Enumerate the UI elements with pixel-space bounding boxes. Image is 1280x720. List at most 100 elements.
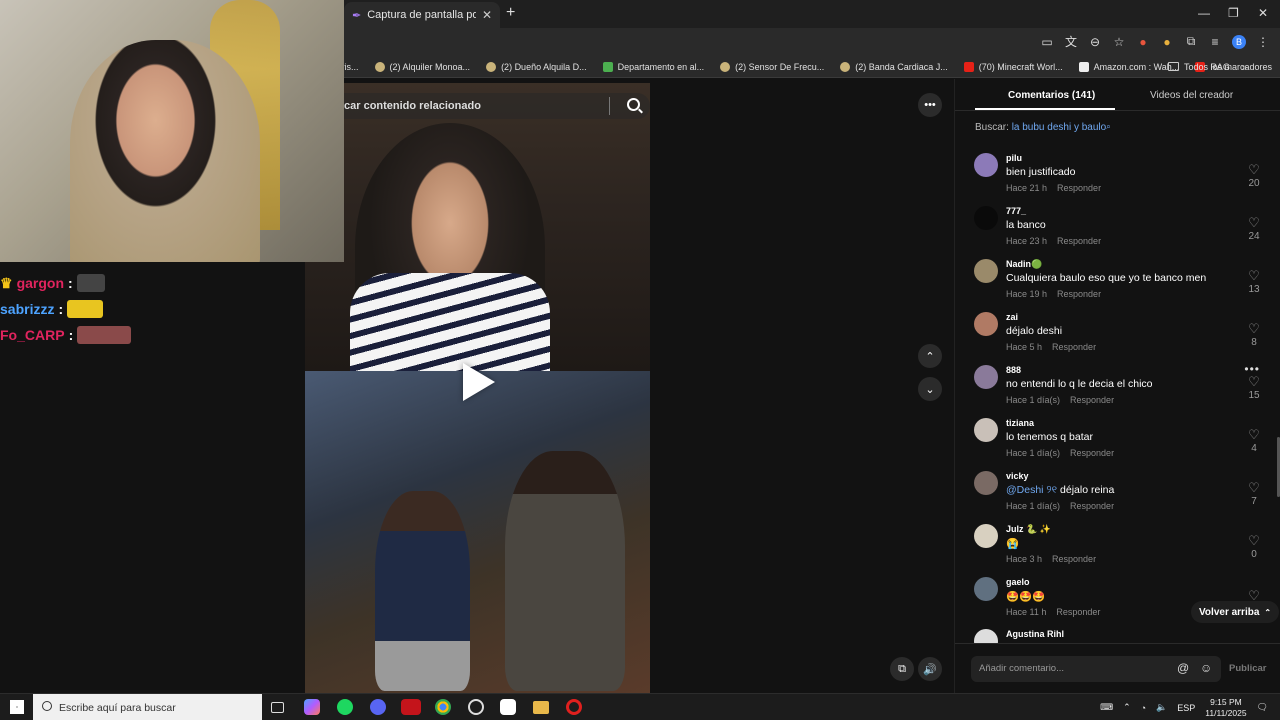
like-button[interactable]: ♡ 15 (1244, 375, 1264, 401)
tab-lightshot[interactable]: ✒ Captura de pantalla por Lightshot ✕ (344, 2, 500, 28)
network-icon[interactable]: ◔ (1141, 703, 1146, 713)
avatar[interactable] (974, 206, 998, 230)
language-indicator[interactable]: ESP (1177, 703, 1195, 713)
windows-start-icon[interactable] (10, 700, 24, 714)
comment-username[interactable]: Julz 🐍 ✨ (1006, 524, 1051, 535)
like-button[interactable]: ♡ 20 (1244, 163, 1264, 189)
reply-button[interactable]: Responder (1070, 501, 1114, 511)
discord-icon[interactable] (370, 699, 386, 715)
taskbar-search-box[interactable]: Escribe aquí para buscar (33, 694, 262, 720)
bookmark-item[interactable]: (70) Minecraft Worl... (963, 61, 1063, 72)
app-icon[interactable] (468, 699, 484, 715)
all-bookmarks-button[interactable]: Todos los marcadores (1167, 62, 1272, 72)
avatar[interactable] (974, 471, 998, 495)
avatar[interactable] (974, 524, 998, 548)
extension-icon[interactable]: ● (1136, 35, 1150, 49)
like-button[interactable]: ♡ 8 (1244, 322, 1264, 348)
app-icon[interactable] (500, 699, 516, 715)
mention-link[interactable]: @Deshi ୨୧ (1006, 484, 1057, 496)
avatar[interactable] (974, 153, 998, 177)
chevron-up-icon[interactable]: ⌃ (918, 344, 942, 368)
back-to-top-button[interactable]: Volver arriba ⌃ (1191, 601, 1280, 623)
tab-creator-videos[interactable]: Videos del creador (1150, 90, 1233, 101)
avatar[interactable] (974, 629, 998, 643)
opera-icon[interactable] (566, 699, 582, 715)
emoji-icon[interactable]: ☺ (1200, 661, 1212, 675)
comment-username[interactable]: vicky (1006, 471, 1029, 481)
reply-button[interactable]: Responder (1070, 395, 1114, 405)
tab-comments[interactable]: Comentarios (141) (1008, 90, 1095, 101)
extension-icon[interactable]: ● (1160, 35, 1174, 49)
comment-search-suggestion[interactable]: Buscar: la bubu deshi y baulo⌕ (975, 122, 1111, 133)
profile-avatar[interactable]: B (1232, 34, 1246, 49)
bookmark-item[interactable]: Departamento en al... (602, 61, 704, 72)
clock[interactable]: 9:15 PM 11/11/2025 (1205, 697, 1246, 719)
more-options-icon[interactable]: ••• (918, 93, 942, 117)
comment-username[interactable]: Nadin🟢 (1006, 259, 1042, 270)
media-icon[interactable]: ≡ (1208, 35, 1222, 49)
spotify-icon[interactable] (337, 699, 353, 715)
bookmark-item[interactable]: Amazon.com : Wah... (1078, 61, 1179, 72)
minimize-button[interactable]: — (1198, 6, 1210, 20)
chat-line: Fo_CARP : (0, 322, 200, 348)
bookmark-item[interactable]: (2) Sensor De Frecu... (720, 61, 824, 72)
comment-username[interactable]: 888 (1006, 365, 1021, 375)
puzzle-icon[interactable]: ⧉ (1184, 34, 1198, 49)
chrome-icon[interactable] (435, 699, 451, 715)
like-button[interactable]: ♡ 0 (1244, 534, 1264, 560)
comment-username[interactable]: gaelo (1006, 577, 1030, 587)
avatar[interactable] (974, 577, 998, 601)
reply-button[interactable]: Responder (1057, 183, 1101, 193)
search-icon[interactable] (627, 98, 640, 111)
comment-username[interactable]: 777_ (1006, 206, 1026, 216)
play-icon[interactable] (463, 363, 495, 401)
restore-button[interactable]: ❐ (1228, 6, 1239, 20)
bookmark-item[interactable]: (2) Banda Cardiaca J... (840, 61, 948, 72)
avatar[interactable] (974, 365, 998, 389)
like-button[interactable]: ♡ 24 (1244, 216, 1264, 242)
reply-button[interactable]: Responder (1070, 448, 1114, 458)
menu-icon[interactable]: ⋮ (1256, 35, 1270, 49)
task-view-icon[interactable] (271, 702, 284, 713)
cast-icon[interactable]: ▭ (1040, 35, 1054, 49)
star-icon[interactable]: ☆ (1112, 35, 1126, 49)
picture-in-picture-icon[interactable]: ⧉ (890, 657, 914, 681)
zoom-icon[interactable]: ⊖ (1088, 35, 1102, 49)
chevron-up-icon[interactable]: ⌃ (1123, 702, 1131, 713)
comment-username[interactable]: tiziana (1006, 418, 1034, 428)
bookmark-item[interactable]: (2) Alquiler Monoa... (374, 61, 470, 72)
reply-button[interactable]: Responder (1056, 607, 1100, 617)
volume-icon[interactable]: 🔊 (918, 657, 942, 681)
avatar[interactable] (974, 418, 998, 442)
reply-button[interactable]: Responder (1057, 289, 1101, 299)
avatar[interactable] (974, 259, 998, 283)
like-button[interactable]: ♡ 4 (1244, 428, 1264, 454)
like-button[interactable]: ♡ 7 (1244, 481, 1264, 507)
reply-button[interactable]: Responder (1052, 554, 1096, 564)
heart-icon: ♡ (1248, 162, 1260, 177)
file-explorer-icon[interactable] (533, 701, 549, 714)
reply-button[interactable]: Responder (1057, 236, 1101, 246)
copilot-icon[interactable] (304, 699, 320, 715)
related-search-input[interactable]: car contenido relacionado (344, 100, 481, 112)
reply-button[interactable]: Responder (1052, 342, 1096, 352)
close-window-button[interactable]: ✕ (1258, 6, 1268, 20)
publish-button[interactable]: Publicar (1229, 663, 1267, 674)
avatar[interactable] (974, 312, 998, 336)
comment-username[interactable]: zai (1006, 312, 1018, 322)
app-icon[interactable] (401, 699, 421, 715)
translate-icon[interactable]: 文 (1064, 33, 1078, 50)
video-player[interactable] (305, 83, 650, 693)
keyboard-icon[interactable]: ⌨ (1100, 702, 1113, 713)
comment-username[interactable]: Agustina Rihl (1006, 629, 1064, 639)
comment-username[interactable]: pilu (1006, 153, 1022, 163)
related-search-bar[interactable]: car contenido relacionado (330, 93, 650, 119)
bookmark-item[interactable]: (2) Dueño Alquila D... (486, 61, 587, 72)
chevron-down-icon[interactable]: ⌄ (918, 377, 942, 401)
mention-icon[interactable]: @ (1177, 661, 1189, 675)
close-tab-icon[interactable]: ✕ (482, 8, 492, 22)
like-button[interactable]: ♡ 13 (1244, 269, 1264, 295)
new-tab-button[interactable]: + (506, 4, 515, 22)
speaker-icon[interactable]: 🔈 (1156, 702, 1167, 713)
notification-icon[interactable]: 🗨 (1257, 702, 1268, 713)
